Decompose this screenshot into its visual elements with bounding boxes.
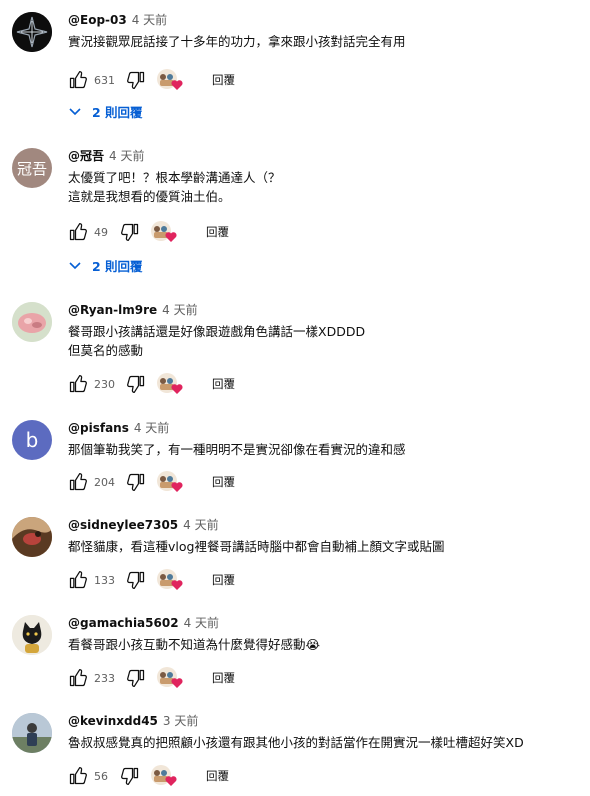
dislike-button[interactable] xyxy=(126,570,146,590)
dislike-button[interactable] xyxy=(120,766,140,786)
comment-text: 餐哥跟小孩講話還是好像跟遊戲角色講話一樣XDDDD 但莫名的感動 xyxy=(68,324,366,358)
like-count: 230 xyxy=(94,377,115,391)
dislike-button[interactable] xyxy=(126,668,146,688)
creator-heart-badge xyxy=(156,68,184,92)
avatar-image xyxy=(12,302,52,342)
avatar-image xyxy=(12,615,52,655)
comment-text: 看餐哥跟小孩互動不知道為什麼覺得好感動😭 xyxy=(68,637,321,652)
comment-author[interactable]: @gamachia5602 xyxy=(68,616,179,630)
avatar[interactable] xyxy=(12,615,52,655)
comment-time[interactable]: 4 天前 xyxy=(132,13,167,27)
creator-heart-badge xyxy=(156,372,184,396)
avatar[interactable] xyxy=(12,302,52,342)
creator-heart-icon xyxy=(171,482,183,492)
like-button[interactable]: 133 xyxy=(68,570,124,590)
avatar[interactable] xyxy=(12,12,52,52)
avatar-image xyxy=(12,713,52,753)
reply-button[interactable]: 回覆 xyxy=(212,474,235,490)
chevron-down-icon xyxy=(69,107,81,115)
like-count: 49 xyxy=(94,225,108,239)
thumb-up-icon xyxy=(69,473,87,491)
comment-text: 實況接觀眾屁話接了十多年的功力，拿來跟小孩對話完全有用 xyxy=(68,34,406,49)
comment-author[interactable]: @Eop-03 xyxy=(68,13,127,27)
comment-text: 都怪貓康，看這種vlog裡餐哥講話時腦中都會自動補上顏文字或貼圖 xyxy=(68,539,445,554)
comment-time[interactable]: 4 天前 xyxy=(183,518,218,532)
thumb-down-icon xyxy=(127,71,145,89)
creator-heart-badge xyxy=(156,470,184,494)
like-count: 133 xyxy=(94,573,115,587)
comment-author[interactable]: @sidneylee7305 xyxy=(68,518,178,532)
creator-heart-icon xyxy=(171,80,183,90)
reply-button[interactable]: 回覆 xyxy=(212,376,235,392)
dislike-button[interactable] xyxy=(126,374,146,394)
avatar-cross-image xyxy=(12,12,52,52)
like-count: 233 xyxy=(94,671,115,685)
comment-text: 太優質了吧！？根本學齡溝通達人（？ 這就是我想看的優質油土伯。 xyxy=(68,170,281,204)
creator-heart-badge xyxy=(156,666,184,690)
avatar[interactable] xyxy=(12,517,52,557)
avatar[interactable] xyxy=(12,713,52,753)
reply-button[interactable]: 回覆 xyxy=(212,670,235,686)
creator-heart-badge xyxy=(150,764,178,788)
like-button[interactable]: 204 xyxy=(68,472,124,492)
creator-heart-icon xyxy=(171,384,183,394)
chevron-down-icon xyxy=(69,261,81,269)
avatar[interactable]: 冠吾 xyxy=(12,148,52,188)
like-button[interactable]: 49 xyxy=(68,222,118,242)
like-button[interactable]: 233 xyxy=(68,668,124,688)
comment-author[interactable]: @冠吾 xyxy=(68,149,104,163)
thumb-up-icon xyxy=(69,571,87,589)
thumb-down-icon xyxy=(127,375,145,393)
dislike-button[interactable] xyxy=(126,472,146,492)
view-replies-button[interactable]: 2 則回覆 xyxy=(68,102,143,121)
comment-author[interactable]: @pisfans xyxy=(68,421,129,435)
dislike-button[interactable] xyxy=(126,70,146,90)
thumb-down-icon xyxy=(127,669,145,687)
reply-button[interactable]: 回覆 xyxy=(206,768,229,784)
reply-button[interactable]: 回覆 xyxy=(212,572,235,588)
comment-text: 那個筆勒我笑了，有一種明明不是實況卻像在看實況的違和感 xyxy=(68,442,406,457)
thumb-up-icon xyxy=(69,375,87,393)
avatar[interactable]: b xyxy=(12,420,52,460)
creator-heart-badge xyxy=(150,220,178,244)
comment-time[interactable]: 4 天前 xyxy=(162,303,197,317)
thumb-up-icon xyxy=(69,767,87,785)
like-button[interactable]: 230 xyxy=(68,374,124,394)
creator-heart-badge xyxy=(156,568,184,592)
reply-button[interactable]: 回覆 xyxy=(206,224,229,240)
comment-time[interactable]: 4 天前 xyxy=(184,616,219,630)
like-button[interactable]: 631 xyxy=(68,70,124,90)
comment-author[interactable]: @kevinxdd45 xyxy=(68,714,158,728)
avatar-image xyxy=(12,517,52,557)
thumb-up-icon xyxy=(69,71,87,89)
dislike-button[interactable] xyxy=(120,222,140,242)
creator-heart-icon xyxy=(171,678,183,688)
thumb-down-icon xyxy=(121,223,139,241)
view-replies-button[interactable]: 2 則回覆 xyxy=(68,256,143,275)
creator-heart-icon xyxy=(165,232,177,242)
like-count: 56 xyxy=(94,769,108,783)
comment-time[interactable]: 4 天前 xyxy=(134,421,169,435)
like-count: 631 xyxy=(94,73,115,87)
reply-button[interactable]: 回覆 xyxy=(212,72,235,88)
thumb-up-icon xyxy=(69,223,87,241)
comment-time[interactable]: 4 天前 xyxy=(109,149,144,163)
replies-label: 2 則回覆 xyxy=(92,259,143,274)
thumb-down-icon xyxy=(127,473,145,491)
creator-heart-icon xyxy=(165,776,177,786)
creator-heart-icon xyxy=(171,580,183,590)
thumb-down-icon xyxy=(127,571,145,589)
replies-label: 2 則回覆 xyxy=(92,105,143,120)
comment-author[interactable]: @Ryan-lm9re xyxy=(68,303,157,317)
like-button[interactable]: 56 xyxy=(68,766,118,786)
like-count: 204 xyxy=(94,475,115,489)
avatar-initials: 冠吾 xyxy=(16,159,47,178)
comment-time[interactable]: 3 天前 xyxy=(163,714,198,728)
thumb-down-icon xyxy=(121,767,139,785)
thumb-up-icon xyxy=(69,669,87,687)
comment-text: 魯叔叔感覺真的把照顧小孩還有跟其他小孩的對話當作在開實況一樣吐槽超好笑XD xyxy=(68,735,524,750)
avatar-initials: b xyxy=(25,428,39,452)
